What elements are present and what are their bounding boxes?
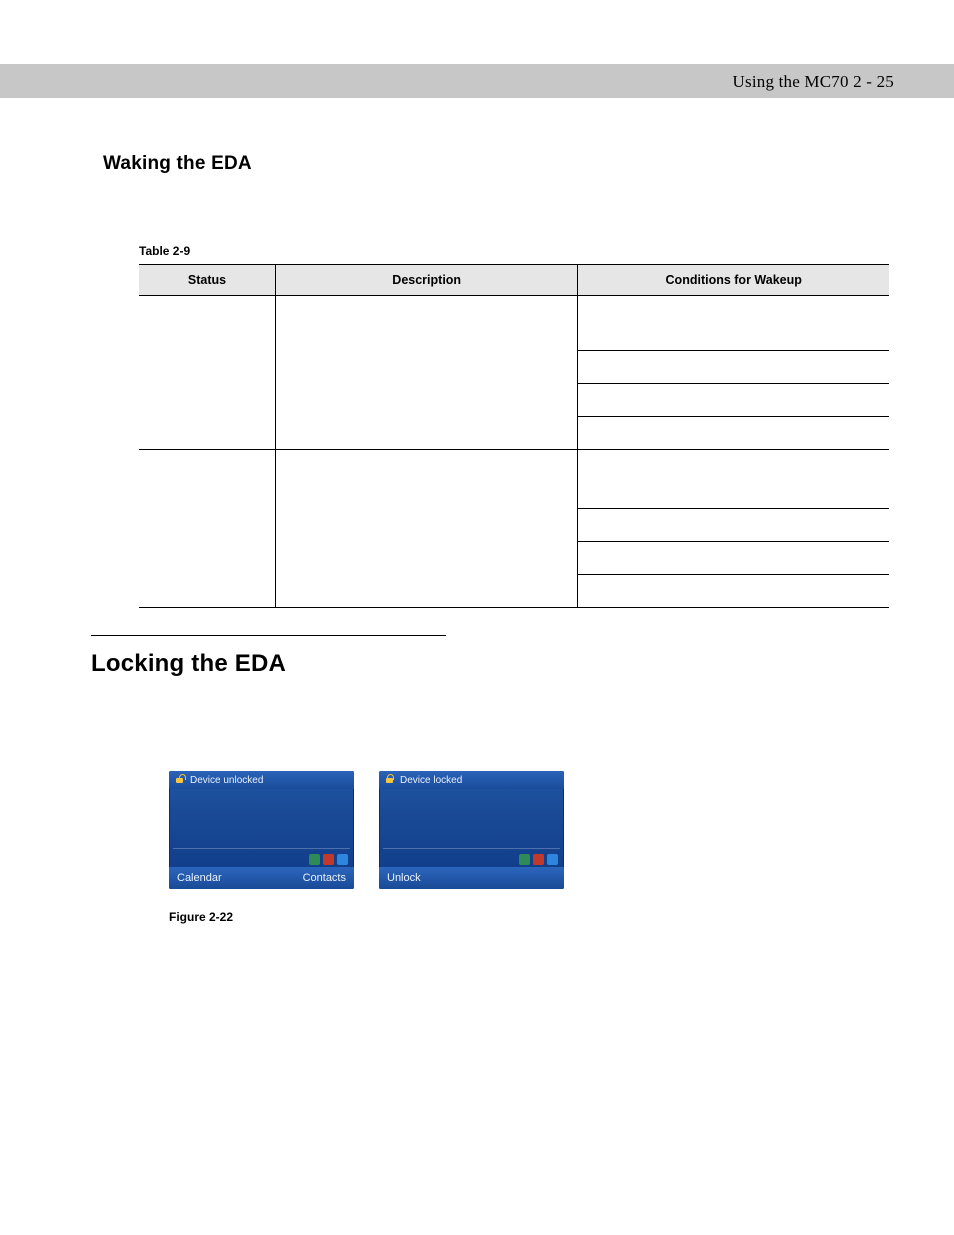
softkey-right[interactable]: Contacts	[303, 872, 346, 884]
divider-line	[383, 848, 560, 849]
device-screenshot-unlocked: Device unlocked Calendar Contacts	[169, 771, 354, 889]
softkey-left[interactable]: Calendar	[177, 872, 222, 884]
wakeup-table: Status Description Conditions for Wakeup	[139, 264, 889, 608]
tray-icon	[323, 854, 334, 865]
device-titlebar: Device locked	[379, 771, 564, 789]
table-row	[139, 450, 889, 608]
tray-icon	[337, 854, 348, 865]
table-header-status: Status	[139, 265, 275, 296]
page-header-text: Using the MC70 2 - 25	[733, 72, 894, 92]
table-header-description: Description	[275, 265, 577, 296]
section-heading-waking: Waking the EDA	[103, 153, 252, 175]
tray-icon	[547, 854, 558, 865]
table-caption: Table 2-9	[139, 244, 190, 258]
section-divider	[91, 635, 446, 636]
device-title-text: Device unlocked	[190, 775, 263, 786]
system-tray	[309, 854, 348, 865]
lock-closed-icon	[385, 775, 395, 785]
page-header-bar: Using the MC70 2 - 25	[0, 64, 954, 98]
lock-open-icon	[175, 775, 185, 785]
tray-icon	[533, 854, 544, 865]
device-body	[379, 789, 564, 867]
device-screenshot-locked: Device locked Unlock	[379, 771, 564, 889]
device-title-text: Device locked	[400, 775, 462, 786]
tray-icon	[309, 854, 320, 865]
figure-caption: Figure 2-22	[169, 910, 233, 924]
table-header-row: Status Description Conditions for Wakeup	[139, 265, 889, 296]
table-header-conditions: Conditions for Wakeup	[578, 265, 889, 296]
system-tray	[519, 854, 558, 865]
tray-icon	[519, 854, 530, 865]
device-softkey-bar: Unlock	[379, 867, 564, 889]
section-heading-locking: Locking the EDA	[91, 650, 286, 678]
document-page: Using the MC70 2 - 25 Waking the EDA Tab…	[0, 0, 954, 1235]
table-row	[139, 296, 889, 450]
device-body	[169, 789, 354, 867]
divider-line	[173, 848, 350, 849]
device-titlebar: Device unlocked	[169, 771, 354, 789]
softkey-left[interactable]: Unlock	[387, 872, 421, 884]
device-softkey-bar: Calendar Contacts	[169, 867, 354, 889]
